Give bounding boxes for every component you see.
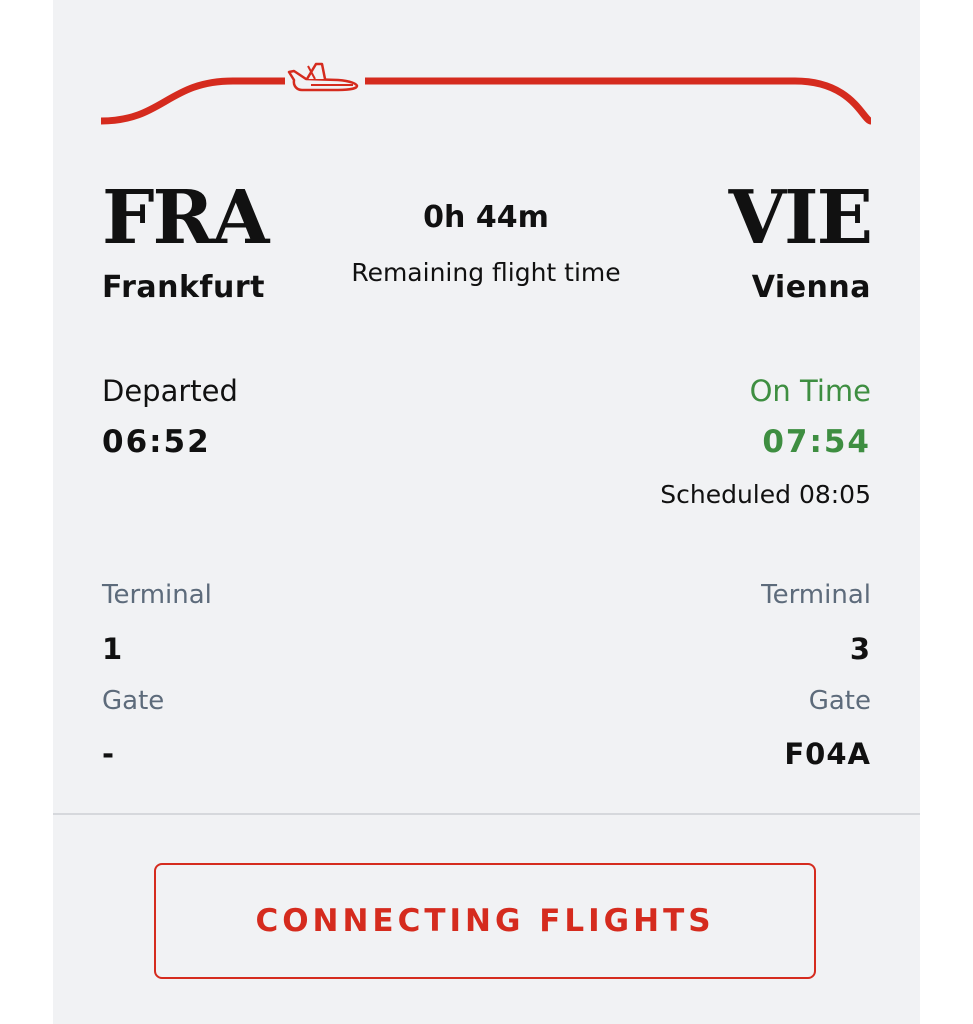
scheduled-arrival-time: Scheduled 08:05	[660, 480, 871, 509]
route-line	[100, 77, 873, 125]
airplane-icon	[285, 62, 365, 96]
departure-time: 06:52	[102, 424, 211, 460]
departure-status: Departed	[102, 374, 238, 408]
destination-city: Vienna	[751, 270, 871, 305]
origin-city: Frankfurt	[102, 270, 265, 305]
connecting-flights-button[interactable]: CONNECTING FLIGHTS	[154, 863, 816, 979]
origin-gate-label: Gate	[102, 686, 165, 716]
origin-terminal-value: 1	[102, 632, 124, 666]
origin-terminal-label: Terminal	[102, 580, 212, 610]
origin-airport-code: FRA	[102, 175, 269, 261]
destination-gate-value: F04A	[784, 737, 871, 771]
remaining-flight-time-label: Remaining flight time	[351, 258, 621, 287]
flight-card: FRA Frankfurt 0h 44m Remaining flight ti…	[53, 0, 920, 1024]
section-divider	[53, 813, 920, 815]
route-progress	[100, 62, 873, 125]
destination-terminal-label: Terminal	[761, 580, 871, 610]
arrival-time: 07:54	[762, 424, 871, 460]
arrival-status: On Time	[749, 374, 871, 408]
destination-airport-code: VIE	[728, 175, 873, 261]
origin-gate-value: -	[102, 737, 116, 771]
remaining-flight-time: 0h 44m	[423, 200, 549, 235]
destination-gate-label: Gate	[808, 686, 871, 716]
destination-terminal-value: 3	[849, 632, 871, 666]
